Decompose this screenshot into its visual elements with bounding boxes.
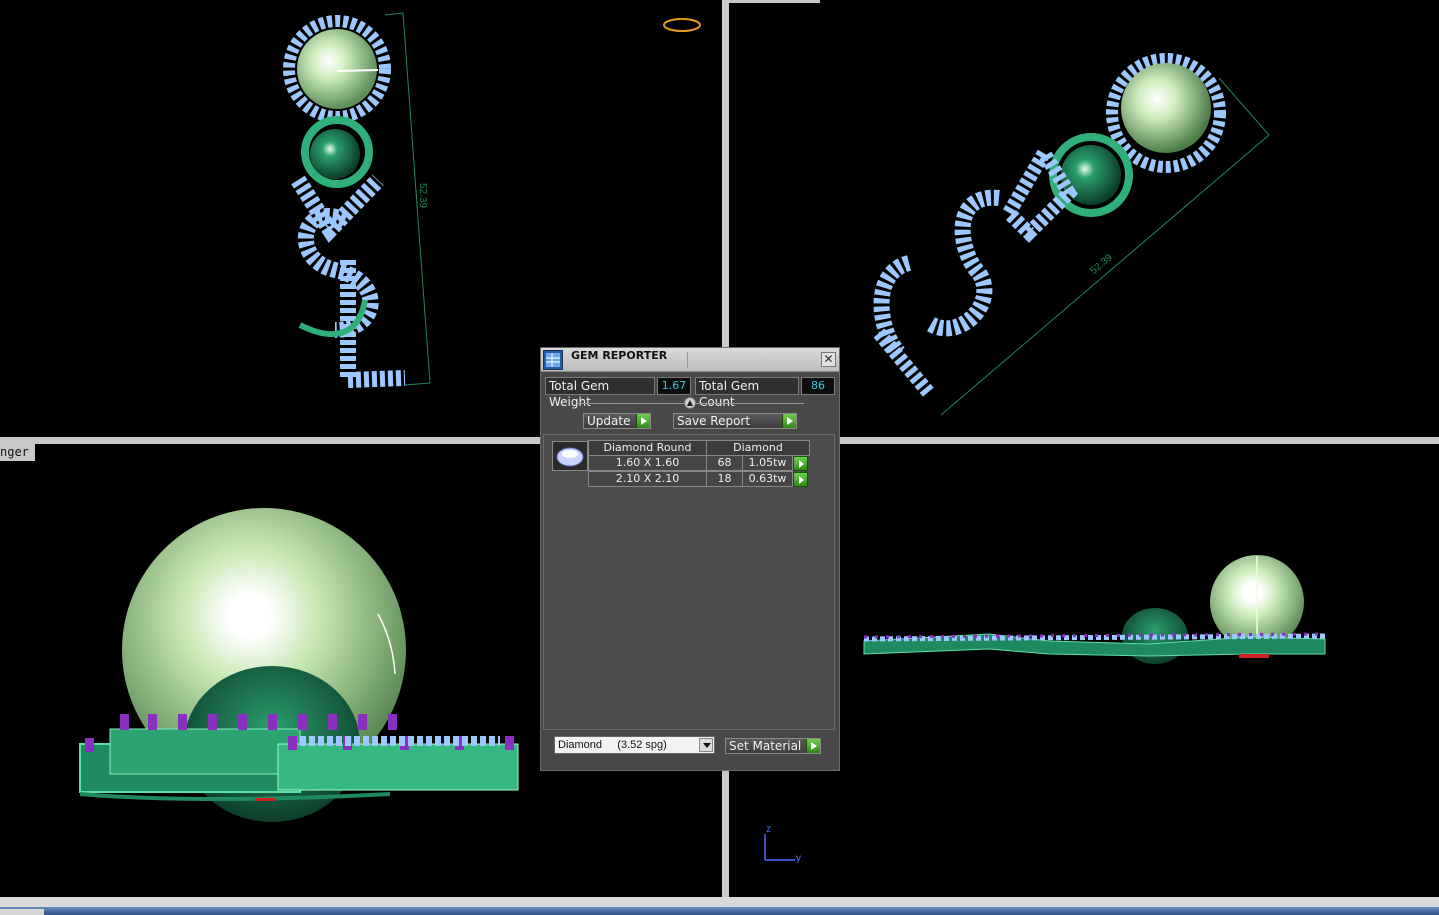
set-material-button-label: Set Material (729, 739, 802, 753)
diamond-round-icon[interactable] (552, 441, 588, 471)
total-gem-weight-value: 1.67 (657, 377, 691, 395)
gem-reporter-titlebar[interactable]: GEM REPORTER ✕ (541, 348, 839, 372)
title-separator (687, 352, 688, 368)
panel-slider-knob[interactable]: ▲ (684, 397, 696, 409)
row-2-select-arrow[interactable] (793, 472, 808, 487)
play-arrow-icon (806, 739, 820, 753)
table-row-1-size: 1.60 X 1.60 (588, 455, 707, 471)
taskbar-start-area[interactable] (0, 909, 44, 915)
viewport-tab-top[interactable] (729, 0, 820, 3)
table-header-cut: Diamond Round (588, 440, 707, 456)
dimension-label: 52.39 (417, 182, 429, 209)
axis-z-label: z (766, 824, 771, 835)
gem-reporter-icon (543, 350, 563, 370)
close-button[interactable]: ✕ (821, 352, 836, 367)
viewport-tab[interactable]: nger (0, 444, 35, 461)
axis-y-label: y (796, 853, 801, 864)
table-row-2-weight: 0.63tw (742, 471, 793, 487)
chevron-down-icon[interactable] (699, 738, 713, 752)
material-select[interactable]: Diamond (3.52 spg) (554, 736, 715, 754)
diamond-shape (556, 447, 584, 467)
table-row-1-count: 68 (706, 455, 743, 471)
report-grid-icon (546, 353, 560, 367)
axis-gizmo: z y (760, 822, 810, 868)
total-gem-count-label: Total Gem Count (695, 377, 799, 409)
gem-list-panel[interactable]: Diamond Round Diamond 1.60 X 1.60 68 1.0… (543, 434, 835, 730)
save-report-button-label: Save Report (677, 414, 751, 428)
total-gem-weight-label: Total Gem Weight (545, 377, 655, 409)
taskbar (0, 907, 1439, 915)
play-arrow-icon (636, 414, 650, 428)
update-button[interactable]: Update (583, 413, 651, 429)
play-arrow-icon (782, 414, 796, 428)
save-report-button[interactable]: Save Report (673, 413, 797, 429)
viewport-divider-bottom (0, 897, 1439, 907)
total-gem-count-value: 86 (801, 377, 835, 395)
material-select-value: Diamond (3.52 spg) (558, 739, 667, 751)
table-row-1-weight: 1.05tw (742, 455, 793, 471)
table-header-material: Diamond (706, 440, 810, 456)
row-1-select-arrow[interactable] (793, 456, 808, 471)
gem-reporter-window[interactable]: GEM REPORTER ✕ Total Gem Weight 1.67 Tot… (540, 347, 840, 771)
table-row-2-count: 18 (706, 471, 743, 487)
table-row-2-size: 2.10 X 2.10 (588, 471, 707, 487)
set-material-button[interactable]: Set Material (725, 738, 821, 754)
gem-reporter-title: GEM REPORTER (571, 349, 668, 362)
update-button-label: Update (587, 414, 631, 428)
